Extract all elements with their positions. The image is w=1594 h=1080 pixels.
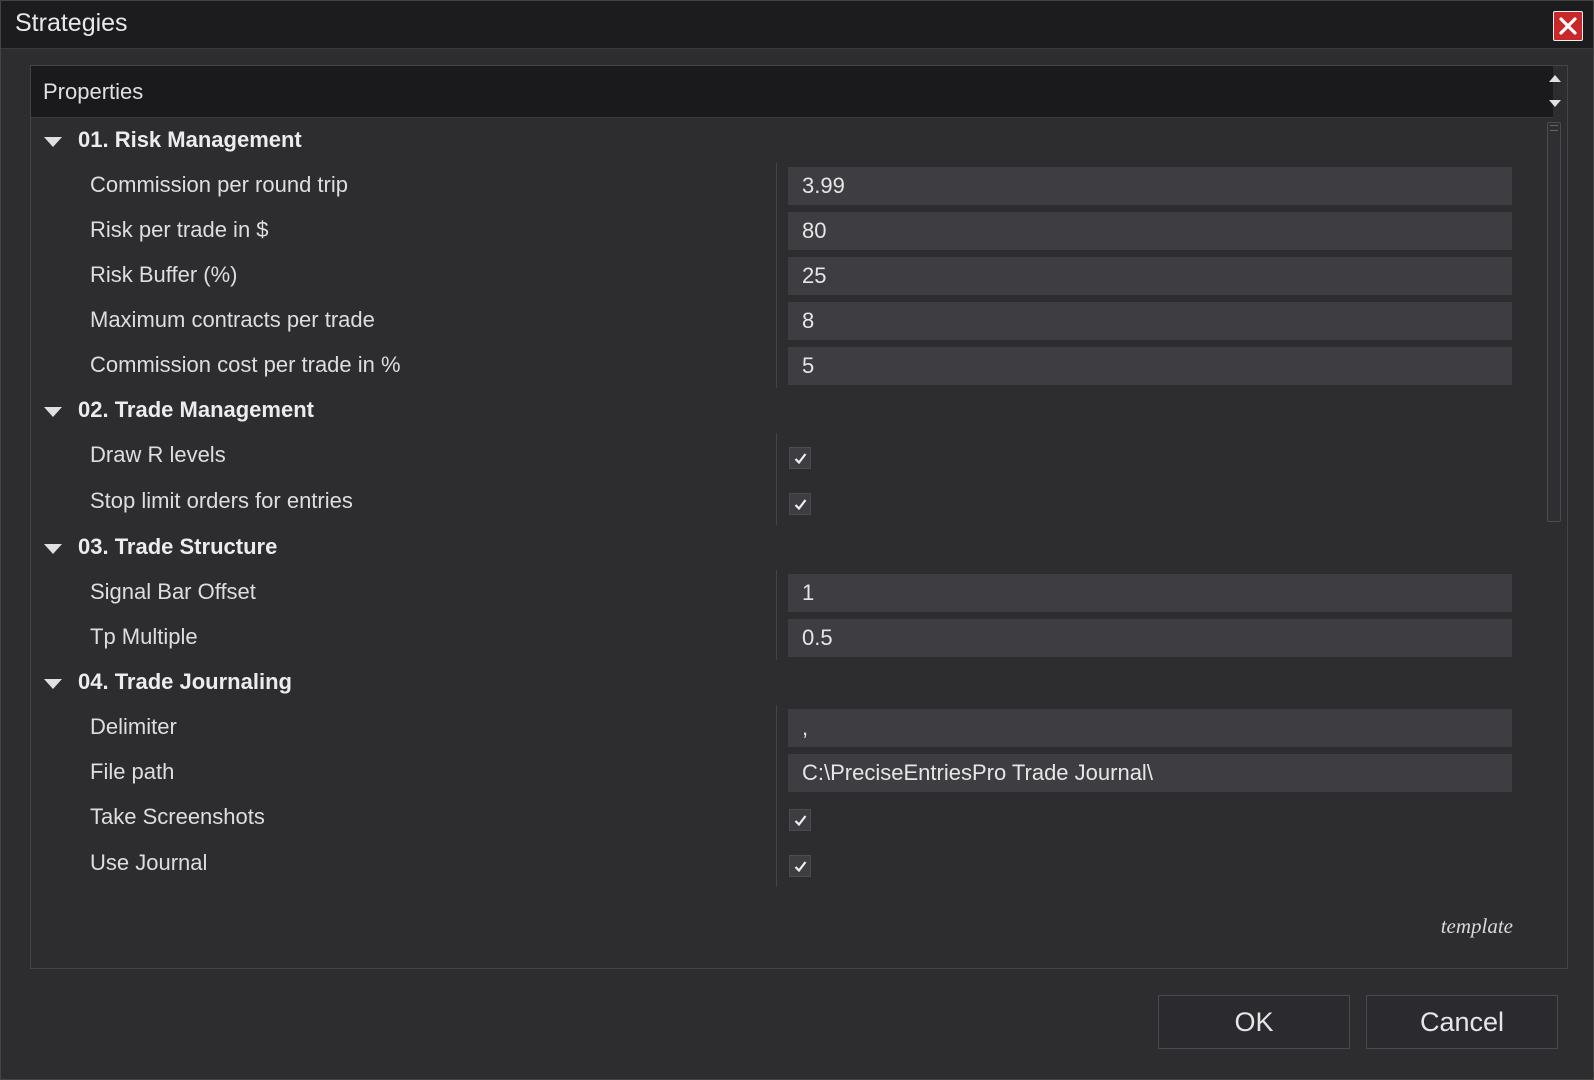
property-name: Risk per trade in $: [90, 217, 269, 242]
checkmark-icon: [794, 815, 807, 827]
collapse-arrow-icon[interactable]: [43, 136, 63, 148]
property-name: File path: [90, 759, 175, 784]
cancel-button[interactable]: Cancel: [1366, 995, 1558, 1049]
property-row: Commission per round trip 3.99: [31, 163, 1525, 208]
property-row: File path C:\PreciseEntriesPro Trade Jour…: [31, 750, 1525, 795]
property-row: Take Screenshots: [31, 795, 1525, 841]
column-divider: [776, 570, 777, 615]
scroll-down-button[interactable]: [1547, 94, 1563, 112]
checkmark-icon: [794, 499, 807, 511]
checkmark-icon: [794, 861, 807, 873]
title-bar: Strategies: [1, 1, 1593, 49]
property-row: Risk per trade in $ 80: [31, 208, 1525, 253]
category-label: 02. Trade Management: [78, 397, 314, 422]
property-row: Signal Bar Offset 1: [31, 570, 1525, 615]
column-divider: [776, 163, 777, 208]
column-divider: [776, 841, 777, 887]
window-title: Strategies: [15, 9, 128, 37]
property-row: Stop limit orders for entries: [31, 479, 1525, 525]
category-label: 04. Trade Journaling: [78, 669, 292, 694]
property-row: Delimiter,: [31, 705, 1525, 750]
property-name: Signal Bar Offset: [90, 579, 256, 604]
arrow-down-icon: [1549, 100, 1561, 107]
column-divider: [776, 705, 777, 750]
column-divider: [776, 615, 777, 660]
property-name: Risk Buffer (%): [90, 262, 238, 287]
column-divider: [776, 208, 777, 253]
collapse-arrow-icon[interactable]: [43, 543, 63, 555]
property-value-input[interactable]: 5: [788, 347, 1512, 385]
collapse-arrow-icon[interactable]: [43, 678, 63, 690]
property-row: Maximum contracts per trade 8: [31, 298, 1525, 343]
property-value-input[interactable]: 80: [788, 212, 1512, 250]
property-row: Commission cost per trade in % 5: [31, 343, 1525, 388]
property-value-input[interactable]: C:\PreciseEntriesPro Trade Journal\: [788, 754, 1512, 792]
category-label: 01. Risk Management: [78, 127, 302, 152]
column-divider: [776, 479, 777, 525]
property-checkbox[interactable]: [789, 809, 811, 831]
property-row: Tp Multiple 0.5: [31, 615, 1525, 660]
column-divider: [776, 433, 777, 479]
property-name: Stop limit orders for entries: [90, 488, 353, 513]
vertical-scrollbar-thumb[interactable]: [1547, 122, 1561, 522]
property-row: Use Journal: [31, 841, 1525, 887]
property-row: Risk Buffer (%) 25: [31, 253, 1525, 298]
column-divider: [776, 795, 777, 841]
property-checkbox[interactable]: [789, 447, 811, 469]
category-label: 03. Trade Structure: [78, 534, 278, 559]
checkmark-icon: [794, 453, 807, 465]
property-grid: 01. Risk Management Commission per round …: [31, 118, 1525, 887]
property-value-input[interactable]: 3.99: [788, 167, 1512, 205]
category-row[interactable]: 01. Risk Management: [31, 118, 1525, 163]
property-value-input[interactable]: ,: [788, 709, 1512, 747]
property-value-input[interactable]: 1: [788, 574, 1512, 612]
property-name: Maximum contracts per trade: [90, 307, 375, 332]
properties-header-label: Properties: [43, 79, 144, 104]
property-checkbox[interactable]: [789, 493, 811, 515]
properties-header: Properties: [31, 66, 1553, 118]
column-divider: [776, 253, 777, 298]
category-row[interactable]: 04. Trade Journaling: [31, 660, 1525, 705]
ok-button[interactable]: OK: [1158, 995, 1350, 1049]
scroll-up-button[interactable]: [1547, 70, 1563, 88]
scrollbar-grip: [1550, 125, 1558, 131]
property-name: Commission per round trip: [90, 172, 348, 197]
column-divider: [776, 750, 777, 795]
properties-panel: Properties 01. Risk Management Commission…: [30, 65, 1568, 969]
collapse-arrow-icon[interactable]: [43, 406, 63, 418]
property-value-input[interactable]: 25: [788, 257, 1512, 295]
property-name: Commission cost per trade in %: [90, 352, 401, 377]
property-checkbox[interactable]: [789, 855, 811, 877]
property-name: Tp Multiple: [90, 624, 198, 649]
close-icon: [1559, 17, 1577, 35]
column-divider: [776, 298, 777, 343]
property-row: Draw R levels: [31, 433, 1525, 479]
property-name: Take Screenshots: [90, 804, 265, 829]
property-value-input[interactable]: 0.5: [788, 619, 1512, 657]
property-name: Draw R levels: [90, 442, 226, 467]
property-name: Delimiter: [90, 714, 177, 739]
strategies-dialog: Strategies Properties 01. Risk Managemen…: [0, 0, 1594, 1080]
close-button[interactable]: [1553, 11, 1583, 41]
category-row[interactable]: 02. Trade Management: [31, 388, 1525, 433]
property-name: Use Journal: [90, 850, 208, 875]
property-value-input[interactable]: 8: [788, 302, 1512, 340]
category-row[interactable]: 03. Trade Structure: [31, 525, 1525, 570]
arrow-up-icon: [1549, 75, 1561, 82]
template-label: template: [1440, 914, 1513, 938]
column-divider: [776, 343, 777, 388]
